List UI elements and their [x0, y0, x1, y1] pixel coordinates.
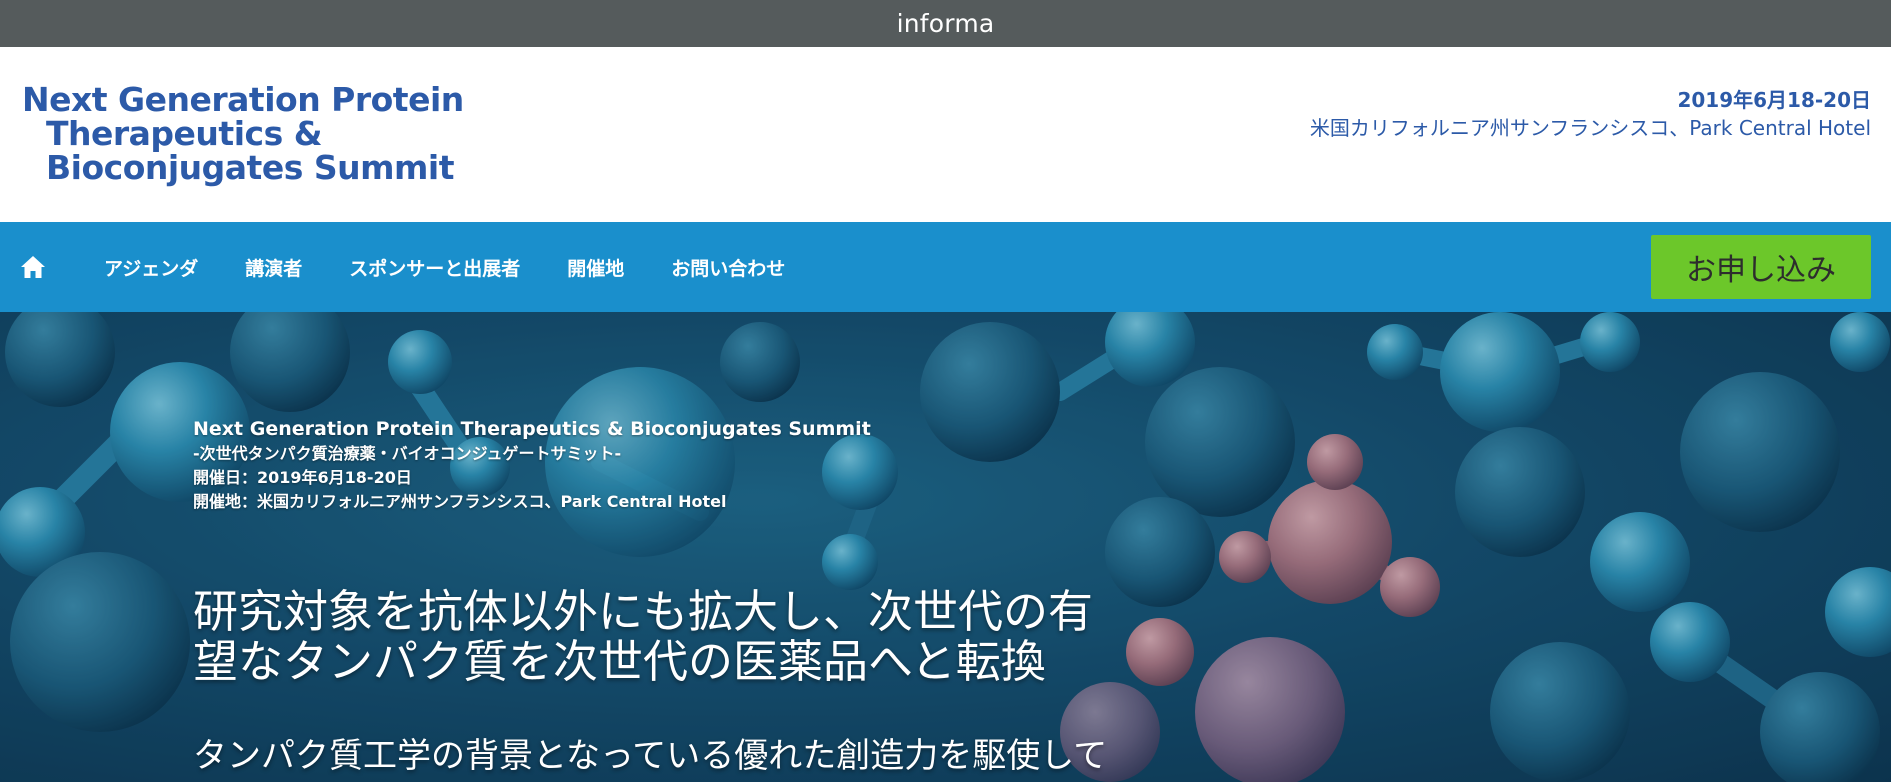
informa-topbar: informa [0, 0, 1891, 47]
hero-headline: 研究対象を抗体以外にも拡大し、次世代の有 望なタンパク質を次世代の医薬品へと転換 [193, 587, 1203, 687]
hero-banner: Next Generation Protein Therapeutics & B… [0, 312, 1891, 782]
register-button[interactable]: お申し込み [1651, 235, 1871, 299]
hero-headline-line-1: 研究対象を抗体以外にも拡大し、次世代の有 [193, 585, 1094, 638]
hero-headline-line-2: 望なタンパク質を次世代の医薬品へと転換 [193, 635, 1046, 688]
nav-item-agenda[interactable]: アジェンダ [104, 254, 198, 281]
event-date: 2019年6月18-20日 [1677, 88, 1871, 112]
hero-event-date: 開催日：2019年6月18-20日 [193, 468, 412, 487]
hero-subheadline: タンパク質工学の背景となっている優れた創造力を駆使して [193, 736, 1108, 776]
home-icon[interactable] [20, 255, 46, 279]
informa-brand[interactable]: informa [897, 9, 995, 38]
summit-logo[interactable]: Next Generation Protein Therapeutics & B… [22, 83, 464, 185]
nav-item-venue[interactable]: 開催地 [567, 254, 624, 281]
nav-item-speakers[interactable]: 講演者 [245, 254, 302, 281]
logo-line-3: Bioconjugates Summit [46, 148, 454, 187]
nav-item-sponsors[interactable]: スポンサーと出展者 [349, 254, 520, 281]
hero-event-subtitle: -次世代タンパク質治療薬・バイオコンジュゲートサミット- [193, 444, 622, 463]
hero-event-title: Next Generation Protein Therapeutics & B… [193, 418, 871, 440]
nav-item-contact[interactable]: お問い合わせ [671, 254, 785, 281]
logo-line-2: Therapeutics & [46, 114, 322, 153]
logo-line-1: Next Generation Protein [22, 80, 464, 119]
main-nav: アジェンダ 講演者 スポンサーと出展者 開催地 お問い合わせ お申し込み [0, 222, 1891, 312]
hero-event-info: Next Generation Protein Therapeutics & B… [193, 416, 871, 514]
event-info: 2019年6月18-20日 米国カリフォルニア州サンフランシスコ、Park Ce… [1310, 86, 1871, 142]
molecule-background [0, 312, 1891, 782]
nav-items: アジェンダ 講演者 スポンサーと出展者 開催地 お問い合わせ [104, 222, 832, 312]
site-header: Next Generation Protein Therapeutics & B… [0, 47, 1891, 222]
hero-event-venue: 開催地：米国カリフォルニア州サンフランシスコ、Park Central Hote… [193, 492, 727, 511]
event-venue: 米国カリフォルニア州サンフランシスコ、Park Central Hotel [1309, 116, 1871, 140]
